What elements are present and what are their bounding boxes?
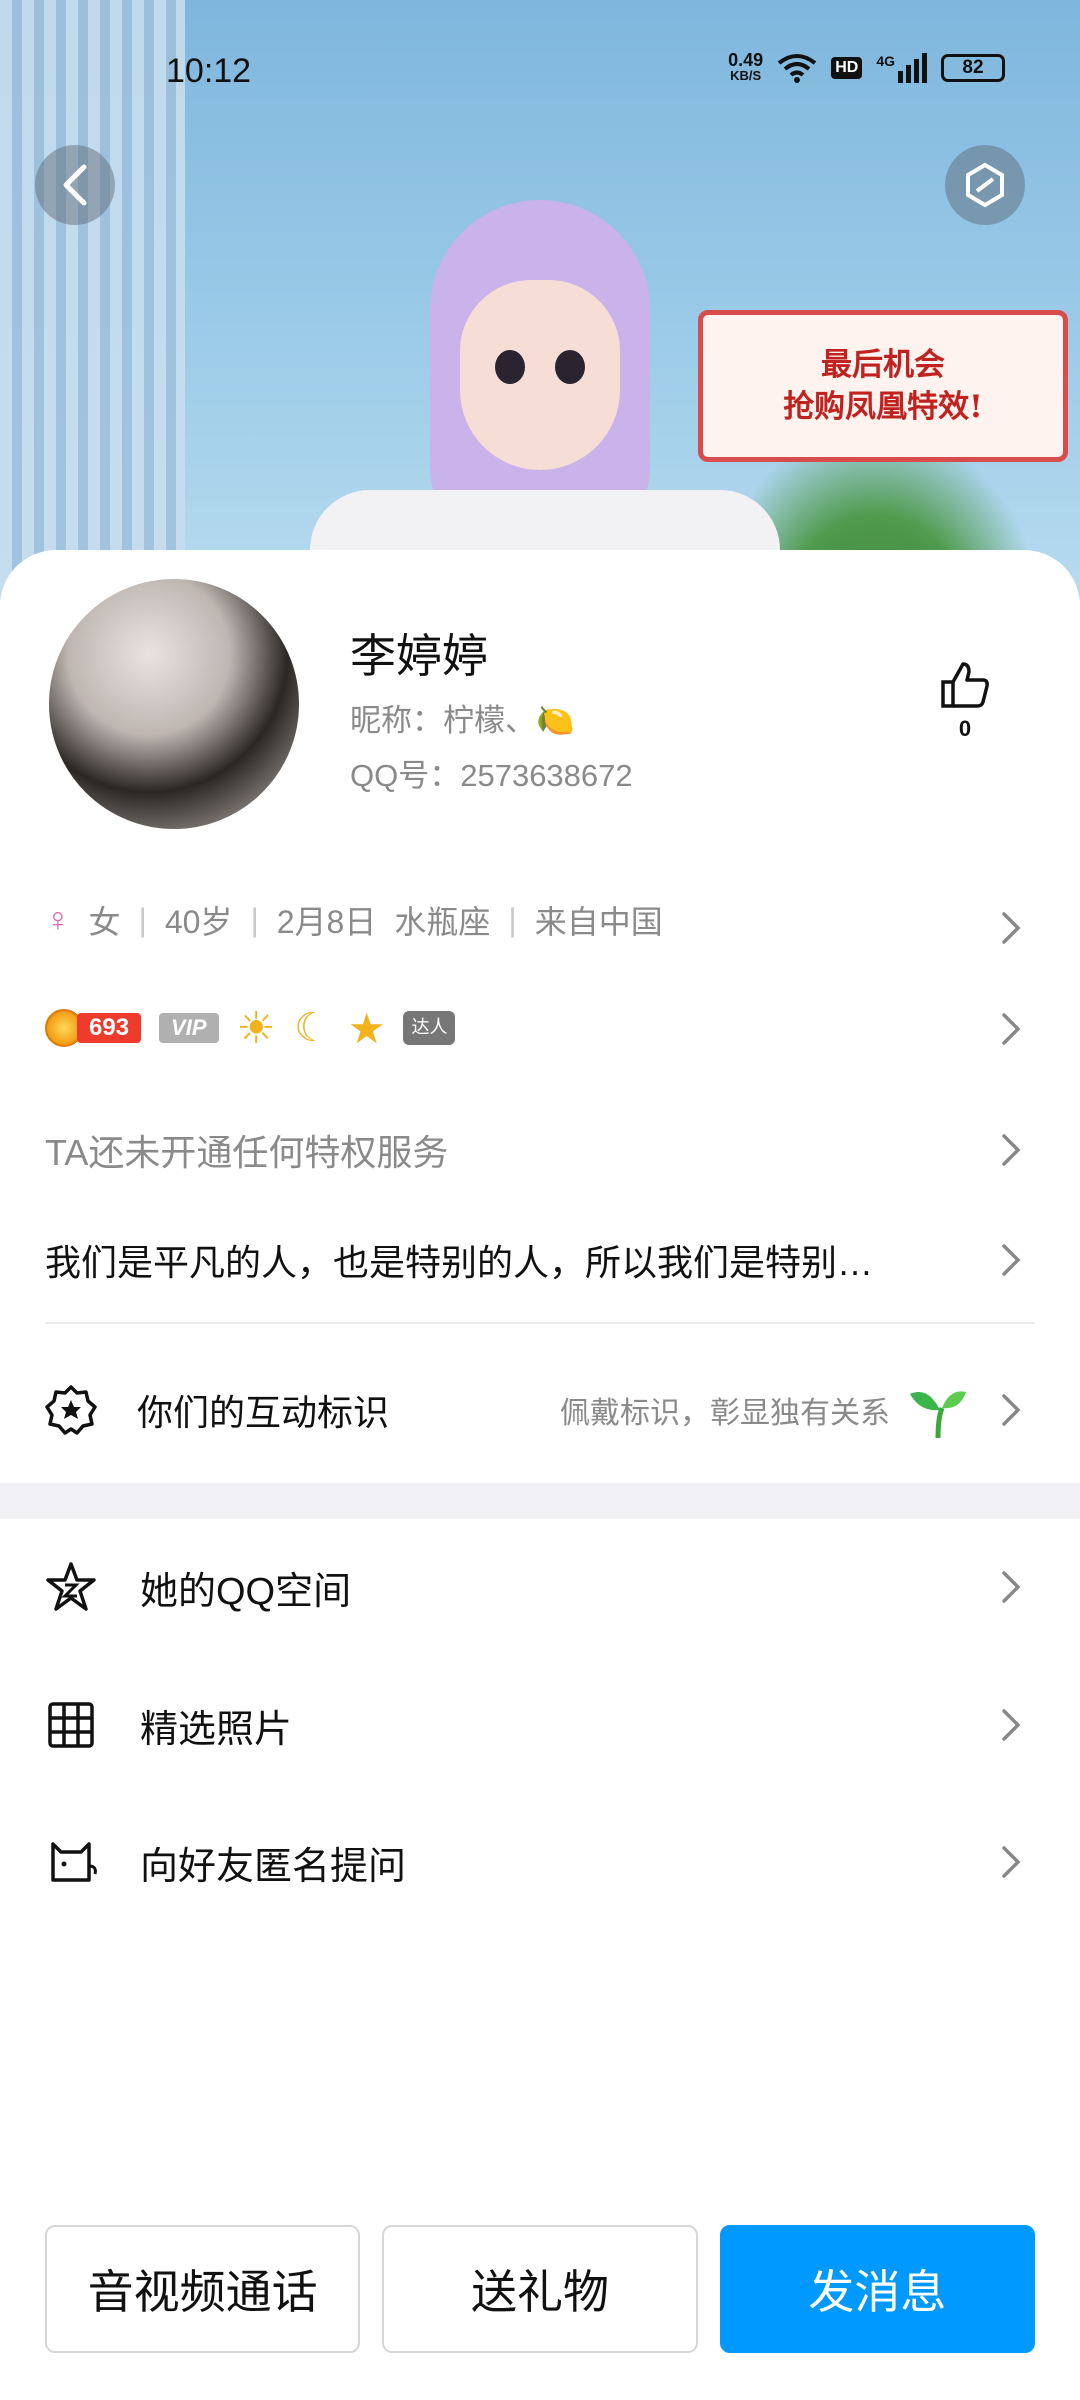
info-gender: 女 <box>88 904 121 940</box>
av-call-button[interactable]: 音视频通话 <box>45 2225 361 2353</box>
sprout-icon <box>910 1391 966 1439</box>
status-time: 10:12 <box>166 52 252 90</box>
send-gift-button[interactable]: 送礼物 <box>382 2225 698 2353</box>
battery-icon: 82 <box>941 54 1005 82</box>
privilege-text: TA还未开通任何特权服务 <box>45 1132 449 1173</box>
separator: | <box>138 901 147 938</box>
chevron-right-icon <box>1002 1846 1021 1878</box>
thumbs-up-icon <box>941 662 989 708</box>
female-icon: ♀ <box>45 900 71 939</box>
menu-item-qzone[interactable]: 她的QQ空间 <box>0 1547 1080 1627</box>
profile-qq-number: QQ号：2573638672 <box>350 758 633 793</box>
divider <box>45 1322 1035 1324</box>
chevron-right-icon <box>1002 1571 1021 1603</box>
watermark: 知乎 @PWAH <box>862 2367 1050 2400</box>
info-zodiac: 水瓶座 <box>394 904 491 940</box>
interaction-mark-row[interactable]: 你们的互动标识 佩戴标识，彰显独有关系 <box>0 1370 1080 1450</box>
chevron-right-icon <box>1002 1013 1021 1045</box>
separator: | <box>508 901 517 938</box>
menu-item-photos[interactable]: 精选照片 <box>0 1685 1080 1765</box>
profile-nickname: 昵称：柠檬、🍋 <box>350 703 575 738</box>
sun-icon: ☀ <box>236 1002 276 1054</box>
promo-bubble[interactable]: 最后机会 抢购凤凰特效! <box>698 310 1068 462</box>
info-age: 40岁 <box>164 904 233 940</box>
info-location: 来自中国 <box>534 904 663 940</box>
section-separator <box>0 1483 1080 1519</box>
interaction-mark-label: 你们的互动标识 <box>137 1392 390 1433</box>
signature-row[interactable]: 我们是平凡的人，也是特别的人，所以我们是特别… <box>45 1230 1080 1290</box>
signal-icon: 4G <box>876 53 927 83</box>
badge-star-icon <box>45 1385 97 1435</box>
interaction-mark-hint: 佩戴标识，彰显独有关系 <box>560 1397 890 1430</box>
net-speed: 0.49 KB/S <box>728 50 764 84</box>
privilege-row[interactable]: TA还未开通任何特权服务 <box>45 1120 1080 1180</box>
menu-item-anonymous-question[interactable]: 向好友匿名提问 <box>0 1822 1080 1902</box>
chevron-right-icon <box>1002 1244 1021 1276</box>
hexagon-icon <box>966 162 1004 208</box>
qzone-star-icon <box>46 1562 96 1611</box>
menu-label: 向好友匿名提问 <box>140 1845 407 1888</box>
network-type: 4G <box>876 53 895 69</box>
badges-row[interactable]: 693 VIP ☀ ☾ ★ 达人 <box>45 998 1080 1058</box>
chevron-right-icon <box>1002 1134 1021 1166</box>
separator: | <box>250 901 259 938</box>
status-icons: 0.49 KB/S HD 4G 82 <box>728 50 1005 84</box>
anonymous-question-icon <box>51 1842 97 1882</box>
vip-badge: VIP <box>159 1013 219 1043</box>
send-message-button[interactable]: 发消息 <box>719 2225 1035 2353</box>
chevron-right-icon <box>1002 1394 1021 1426</box>
chevron-left-icon <box>63 164 87 206</box>
daren-badge: 达人 <box>403 1011 456 1045</box>
hd-icon: HD <box>831 57 863 79</box>
promo-line1: 最后机会 <box>821 347 945 383</box>
net-speed-value: 0.49 <box>728 50 764 70</box>
like-count: 0 <box>958 716 972 741</box>
battery-level: 82 <box>962 57 984 78</box>
menu-label: 她的QQ空间 <box>140 1570 352 1613</box>
chevron-right-icon <box>1002 912 1021 944</box>
dressup-button[interactable] <box>945 145 1025 225</box>
grid-icon <box>48 1702 94 1748</box>
info-birthday: 2月8日 <box>276 904 377 940</box>
basic-info-row[interactable]: ♀ 女 | 40岁 | 2月8日 水瓶座 | 来自中国 <box>45 890 1080 950</box>
star-icon: ★ <box>347 1003 386 1053</box>
status-bar: 10:12 0.49 KB/S HD 4G 82 <box>0 48 1080 98</box>
action-bar: 音视频通话 送礼物 发消息 <box>45 2225 1035 2353</box>
back-button[interactable] <box>35 145 115 225</box>
menu-label: 精选照片 <box>140 1708 293 1751</box>
wifi-icon <box>777 54 817 83</box>
net-speed-unit: KB/S <box>730 68 762 83</box>
profile-name: 李婷婷 <box>350 630 488 682</box>
chevron-right-icon <box>1002 1709 1021 1741</box>
avatar[interactable] <box>45 575 303 833</box>
moon-icon: ☾ <box>293 1005 330 1051</box>
like-button[interactable]: 0 <box>935 660 995 742</box>
qq-level-value: 693 <box>77 1013 142 1043</box>
promo-line2: 抢购凤凰特效! <box>783 389 983 425</box>
signature-text: 我们是平凡的人，也是特别的人，所以我们是特别… <box>45 1242 874 1283</box>
qq-level-badge: 693 <box>45 1009 142 1047</box>
